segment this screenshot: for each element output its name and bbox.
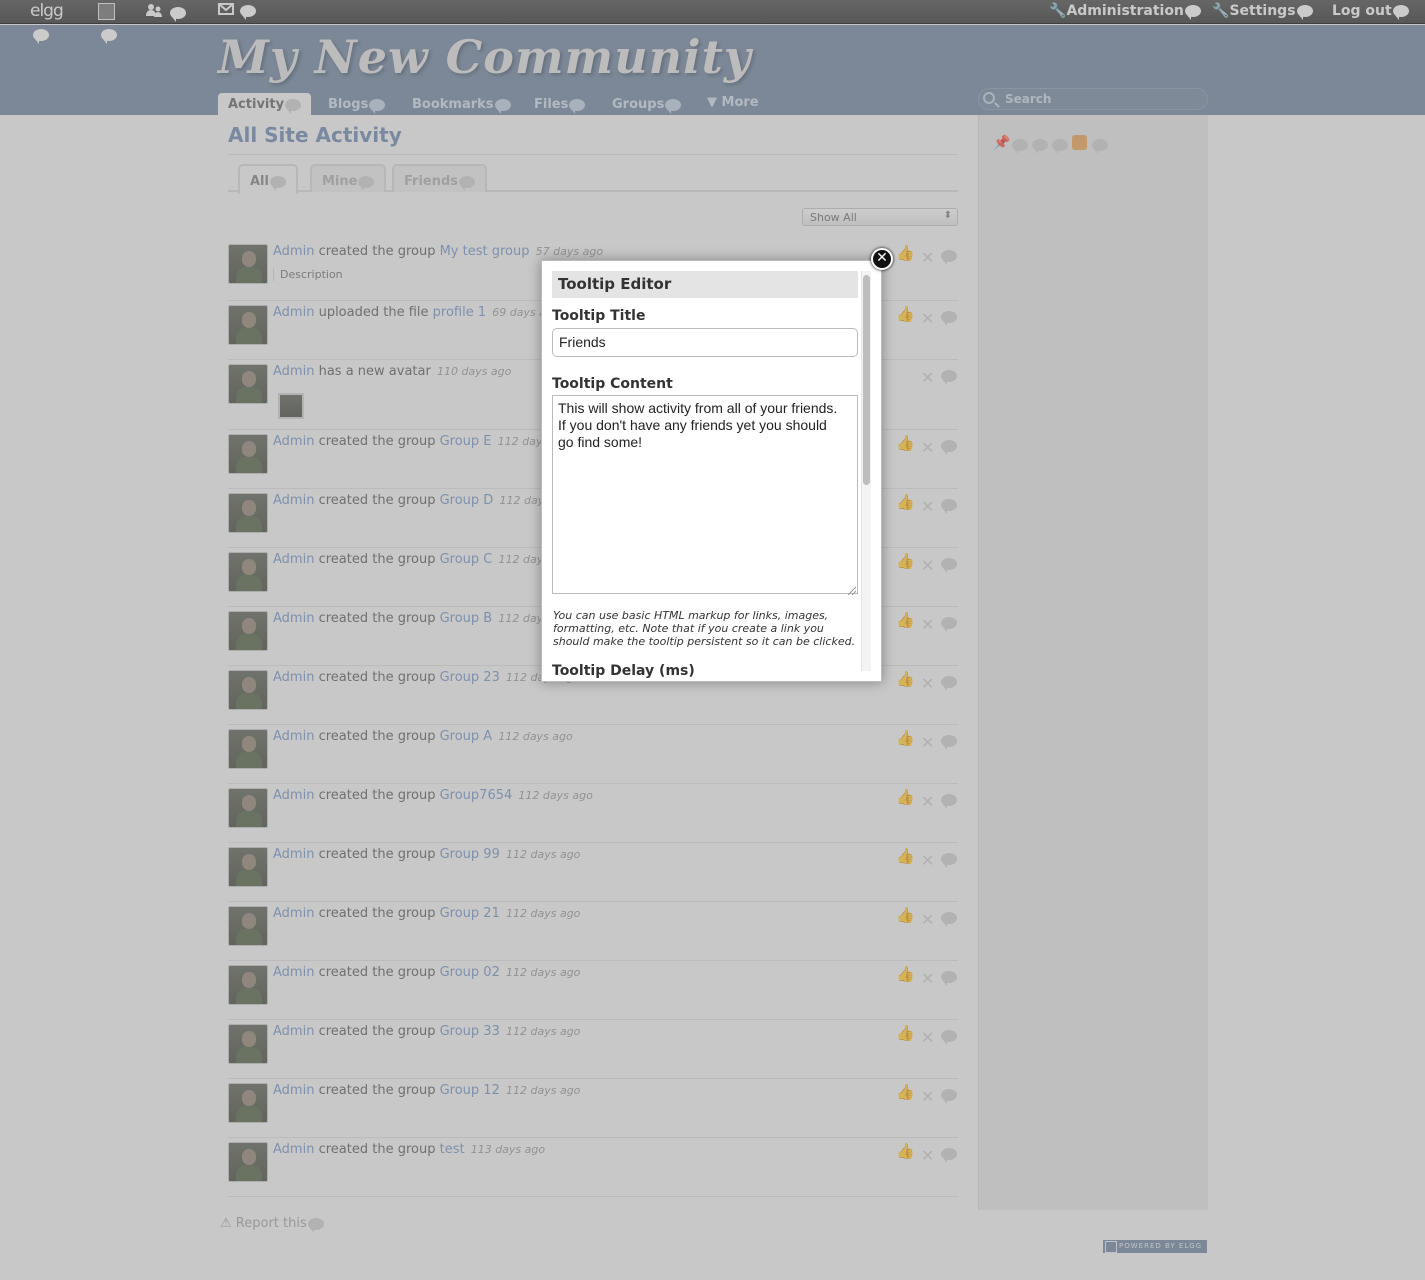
modal-scrollbar[interactable] <box>861 271 871 671</box>
tooltip-content-textarea[interactable]: This will show activity from all of your… <box>552 395 858 594</box>
tooltip-title-input[interactable]: Friends <box>552 328 858 357</box>
markup-hint: You can use basic HTML markup for links,… <box>553 609 856 648</box>
tooltip-delay-label: Tooltip Delay (ms) <box>552 663 695 679</box>
tooltip-editor-modal: Tooltip Editor Tooltip Title Friends Too… <box>541 260 882 682</box>
tooltip-content-label: Tooltip Content <box>552 376 673 392</box>
modal-title: Tooltip Editor <box>552 271 858 298</box>
scrollbar-thumb[interactable] <box>863 275 870 485</box>
tooltip-title-label: Tooltip Title <box>552 308 646 324</box>
resize-handle[interactable] <box>848 587 856 595</box>
close-icon[interactable]: ✕ <box>871 248 893 270</box>
